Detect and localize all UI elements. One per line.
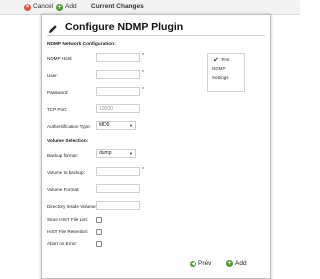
check-icon: ✔ (213, 57, 219, 64)
add-label: Add (65, 3, 77, 10)
test-line-1: Test (221, 57, 230, 62)
directory-inside-volume-input[interactable] (96, 201, 140, 210)
hist-retention-checkbox[interactable] (96, 229, 102, 235)
auth-type-select[interactable]: MD5 ▼ (96, 121, 136, 130)
cancel-icon: × (24, 3, 31, 11)
backup-format-value: dump (99, 150, 112, 156)
arrow-left-icon: ◀ (190, 260, 196, 267)
abort-on-error-label: Abort on Error: (47, 241, 78, 246)
user-input[interactable] (96, 70, 140, 79)
required-marker: * (142, 167, 144, 173)
cancel-button[interactable]: × Cancel (24, 2, 53, 12)
dialog-title: Configure NDMP Plugin (65, 21, 184, 33)
backup-format-label: Backup format: (47, 153, 78, 158)
required-marker: * (142, 87, 144, 93)
test-ndmp-settings-button[interactable]: ✔ Test NDMP Settings (207, 53, 245, 92)
network-section-heading: NDMP Network Configuration: (47, 42, 116, 47)
pencil-icon (48, 24, 58, 34)
title-divider (47, 35, 265, 36)
tcp-port-input[interactable]: 10000 (96, 104, 140, 113)
auth-type-value: MD5 (99, 122, 110, 128)
ndmp-plugin-dialog: Configure NDMP Plugin NDMP Network Confi… (41, 14, 271, 279)
volume-to-backup-input[interactable] (96, 167, 140, 176)
add-icon: + (56, 3, 63, 11)
required-marker: * (142, 53, 144, 59)
ndmp-host-input[interactable] (96, 53, 140, 62)
password-label: Password: (47, 90, 69, 95)
ndmp-host-label: NDMP Host: (47, 56, 73, 61)
abort-on-error-checkbox[interactable] (96, 241, 102, 247)
add-button[interactable]: + Add (56, 2, 77, 12)
cancel-label: Cancel (33, 3, 54, 10)
add-icon: + (226, 260, 233, 267)
required-marker: * (142, 70, 144, 76)
volume-section-heading: Volume Selection: (47, 139, 89, 144)
tcp-port-label: TCP Port: (47, 107, 68, 112)
backup-format-select[interactable]: dump ▼ (96, 149, 136, 158)
current-changes-title: Current Changes (91, 3, 144, 10)
chevron-down-icon: ▼ (129, 123, 133, 128)
prev-button[interactable]: ◀ Prev (190, 260, 211, 267)
test-line-3: Settings (212, 75, 229, 80)
test-line-2: NDMP (212, 66, 226, 71)
directory-inside-volume-label: Directory Inside Volume: (47, 204, 97, 209)
dialog-add-button[interactable]: + Add (226, 260, 247, 267)
store-hist-label: Store HIST File List: (47, 217, 89, 222)
volume-format-label: Volume Format: (47, 187, 80, 192)
password-input[interactable] (96, 87, 140, 96)
chevron-down-icon: ▼ (129, 151, 133, 156)
toolbar: × Cancel + Add Current Changes (0, 0, 300, 15)
store-hist-checkbox[interactable] (96, 217, 102, 223)
volume-to-backup-label: Volume to backup: (47, 170, 85, 175)
user-label: User: (47, 73, 58, 78)
volume-format-input[interactable] (96, 184, 140, 193)
prev-label: Prev (198, 260, 212, 267)
dialog-add-label: Add (235, 260, 247, 267)
hist-retention-label: HIST File Retention: (47, 229, 89, 234)
auth-type-label: Authentification Type: (47, 124, 91, 129)
